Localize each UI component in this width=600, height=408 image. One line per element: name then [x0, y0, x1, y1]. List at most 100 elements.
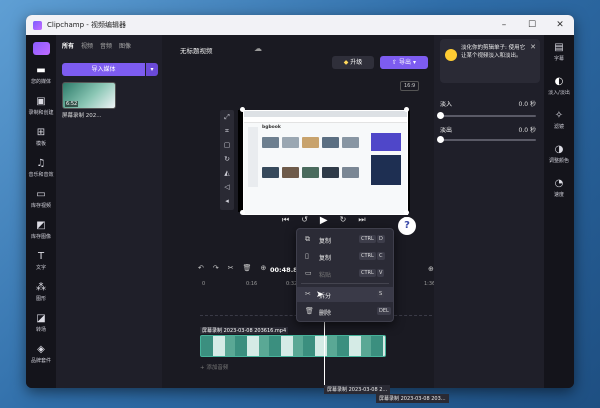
- chevron-down-icon[interactable]: ▾: [146, 63, 158, 76]
- slider-knob[interactable]: [437, 136, 444, 143]
- transition-icon: ◪: [36, 312, 46, 324]
- rail-item-adjust-color[interactable]: ◑ 调整颜色: [544, 137, 574, 171]
- add-icon[interactable]: ⊕: [261, 264, 267, 278]
- media-thumbnail[interactable]: 6:52: [62, 82, 116, 109]
- context-menu: ⧉ 复制 CTRL D ▯ 复制 CTRL C ▭ 粘贴 CTRL V ✂ 拆分…: [296, 228, 394, 322]
- rail-item-captions[interactable]: ▤ 字幕: [544, 35, 574, 69]
- rail-item-graphics[interactable]: ⁂ 图形: [26, 276, 56, 307]
- shortcut-key: CTRL: [359, 269, 376, 277]
- music-icon: ♫: [36, 157, 46, 169]
- rail-item-transitions[interactable]: ◪ 转场: [26, 307, 56, 338]
- play-icon[interactable]: ▶: [320, 215, 328, 226]
- grid-icon: ⊞: [36, 126, 46, 138]
- project-name[interactable]: 无标题视频: [180, 45, 213, 55]
- media-tabs: 所有 视频 音频 图像: [56, 35, 162, 50]
- rewind-5-icon[interactable]: ↺: [301, 215, 308, 226]
- export-button[interactable]: ⇧ 导出 ▾: [380, 56, 428, 69]
- skip-forward-icon[interactable]: ⏭: [358, 215, 365, 226]
- forward-5-icon[interactable]: ↻: [340, 215, 347, 226]
- tab-all[interactable]: 所有: [62, 41, 74, 50]
- copy-icon: ⧉: [305, 235, 310, 243]
- fade-out-row: 淡出 0.0 秒: [440, 125, 536, 134]
- rail-item-fade[interactable]: ◐ 淡入/淡出: [544, 69, 574, 103]
- zoom-in-icon[interactable]: ⊕: [428, 265, 434, 273]
- clip-name-label: 屏幕录制 2023-03-08 203616.mp4: [200, 327, 289, 334]
- fade-out-slider[interactable]: [437, 136, 536, 143]
- timeline-video-clip[interactable]: [200, 335, 386, 357]
- fade-in-row: 淡入 0.0 秒: [440, 99, 536, 108]
- menu-item-duplicate[interactable]: ⧉ 复制 CTRL D: [297, 232, 393, 247]
- add-audio-track[interactable]: + 添加音频: [200, 363, 432, 373]
- undo-icon[interactable]: ↶: [198, 264, 204, 278]
- close-icon[interactable]: ✕: [546, 15, 574, 35]
- fade-icon: ◐: [554, 76, 564, 87]
- rotate-icon[interactable]: ↻: [220, 152, 234, 166]
- tab-image[interactable]: 图像: [119, 41, 131, 50]
- menu-item-copy[interactable]: ▯ 复制 CTRL C: [297, 249, 393, 264]
- upload-icon: ⇧: [392, 59, 398, 66]
- shortcut-key: CTRL: [359, 252, 376, 260]
- smiley-icon: [445, 49, 457, 61]
- skip-back-icon[interactable]: ⏮: [282, 215, 289, 226]
- rail-item-filters[interactable]: ✧ 滤镜: [544, 103, 574, 137]
- fade-in-slider[interactable]: [437, 112, 536, 119]
- page-card: [322, 167, 339, 178]
- minimize-icon[interactable]: –: [490, 15, 518, 35]
- pip-icon[interactable]: ▢: [220, 138, 234, 152]
- resize-handle[interactable]: [404, 210, 409, 215]
- brand-logo-icon: [32, 42, 50, 55]
- rail-item-music[interactable]: ♫ 音乐和音效: [26, 152, 56, 183]
- captions-icon: ▤: [554, 42, 564, 53]
- rail-item-record[interactable]: ▣ 录制和创建: [26, 90, 56, 121]
- rail-item-stock-image[interactable]: ◩ 库存图像: [26, 214, 56, 245]
- import-media-button[interactable]: 导入媒体 ▾: [62, 63, 158, 76]
- menu-item-paste: ▭ 粘贴 CTRL V: [305, 269, 385, 279]
- rail-item-brand-kit[interactable]: ◈ 品牌套件: [26, 338, 56, 369]
- rail-item-text[interactable]: T 文字: [26, 245, 56, 276]
- preview-video-clip[interactable]: bgbook: [243, 110, 408, 215]
- playback-controls: ⏮ ↺ ▶ ↻ ⏭: [282, 215, 366, 226]
- color-icon: ◑: [554, 144, 564, 155]
- resize-handle[interactable]: [404, 107, 409, 112]
- clipchamp-logo-icon: [33, 20, 42, 30]
- delete-icon[interactable]: 🗑: [243, 264, 252, 278]
- media-panel: 所有 视频 音频 图像 导入媒体 ▾ 6:52 屏幕录制 202...: [56, 35, 162, 388]
- resize-handle[interactable]: [240, 210, 245, 215]
- trash-icon: 🗑: [305, 307, 314, 315]
- more-icon[interactable]: ◁: [220, 180, 234, 194]
- page-banner-dark: [371, 155, 401, 185]
- import-media-label[interactable]: 导入媒体: [62, 63, 145, 76]
- left-nav-rail: ▬ 您的媒体 ▣ 录制和创建 ⊞ 模板 ♫ 音乐和音效 ▭ 库存视频 ◩ 库存图…: [26, 35, 56, 388]
- crop-icon[interactable]: ⌗: [220, 124, 234, 138]
- properties-panel: 淡化你的剪辑单子: 使用它让某个视频淡入和淡出。 ✕ 淡入 0.0 秒 淡出 0…: [434, 35, 544, 388]
- app-window: Clipchamp - 视频编辑器 – ☐ ✕ ▬ 您的媒体 ▣ 录制和创建 ⊞…: [26, 15, 574, 388]
- menu-item-delete[interactable]: 🗑 删除 DEL: [297, 304, 393, 319]
- page-card: [282, 167, 299, 178]
- resize-handle[interactable]: [240, 107, 245, 112]
- rail-item-speed[interactable]: ◔ 速度: [544, 171, 574, 205]
- flip-icon[interactable]: ◭: [220, 166, 234, 180]
- rail-item-stock-video[interactable]: ▭ 库存视频: [26, 183, 56, 214]
- ruler-tick: 0:16: [246, 281, 258, 287]
- text-icon: T: [37, 250, 45, 262]
- shortcut-key: C: [377, 252, 385, 260]
- page-card: [342, 137, 359, 148]
- rail-item-templates[interactable]: ⊞ 模板: [26, 121, 56, 152]
- fade-in-value: 0.0 秒: [518, 101, 536, 108]
- aspect-ratio-button[interactable]: 16:9: [400, 81, 420, 91]
- upgrade-button[interactable]: ◆ 升级: [332, 56, 374, 69]
- audio-icon[interactable]: ◂: [220, 194, 234, 208]
- fit-icon[interactable]: ⤢: [220, 110, 234, 124]
- rail-item-your-media[interactable]: ▬ 您的媒体: [26, 59, 56, 90]
- menu-item-split[interactable]: ✂ 拆分 S: [297, 287, 393, 302]
- tab-audio[interactable]: 音频: [100, 41, 112, 50]
- redo-icon[interactable]: ↷: [213, 264, 219, 278]
- image-icon: ◩: [36, 219, 46, 231]
- split-icon[interactable]: ✂: [228, 264, 234, 278]
- maximize-icon[interactable]: ☐: [518, 15, 546, 35]
- slider-knob[interactable]: [437, 112, 444, 119]
- tab-video[interactable]: 视频: [81, 41, 93, 50]
- help-button[interactable]: ?: [398, 217, 416, 235]
- notice-text: 淡化你的剪辑单子: 使用它让某个视频淡入和淡出。: [461, 45, 526, 59]
- close-icon[interactable]: ✕: [530, 43, 536, 51]
